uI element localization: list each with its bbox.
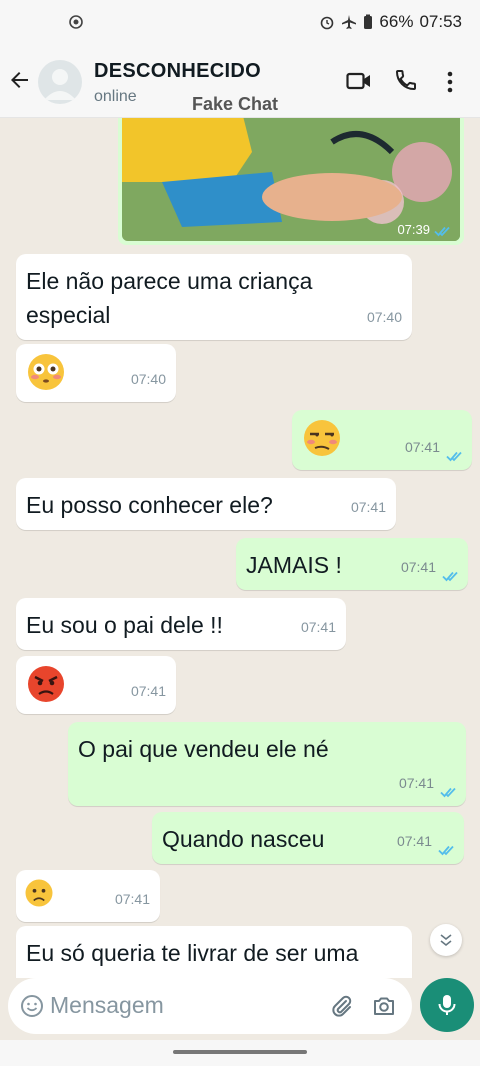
unamused-face-emoji-icon — [304, 420, 340, 456]
incoming-message[interactable]: 07:41 — [16, 870, 160, 922]
status-bar: 66% 07:53 — [0, 0, 480, 48]
read-ticks-icon — [446, 451, 462, 462]
microphone-icon — [438, 995, 456, 1015]
message-text: Eu só queria te livrar de ser uma — [26, 940, 359, 966]
message-time: 07:41 — [114, 891, 150, 907]
message-time: 07:41 — [130, 683, 166, 699]
voice-message-button[interactable] — [420, 978, 474, 1032]
incoming-message[interactable]: Ele não parece uma criança especial 07:4… — [16, 254, 412, 340]
message-text: Eu sou o pai dele !! — [26, 612, 223, 638]
video-call-icon[interactable] — [346, 70, 372, 92]
emoji-icon[interactable] — [20, 994, 44, 1018]
message-list[interactable]: 07:39 Ele não parece uma criança especia… — [0, 118, 480, 978]
flushed-face-emoji-icon — [28, 354, 64, 390]
battery-percent: 66% — [379, 12, 414, 31]
default-avatar-icon — [44, 69, 76, 100]
contact-status: online — [94, 88, 137, 105]
message-time: 07:41 — [398, 775, 434, 791]
frowning-face-emoji-icon — [25, 879, 53, 907]
message-input[interactable]: Mensagem — [50, 992, 164, 1019]
message-time: 07:40 — [366, 309, 402, 325]
message-time: 07:40 — [130, 371, 166, 387]
message-time: 07:41 — [396, 833, 432, 849]
battery-icon — [364, 14, 373, 29]
image-preview[interactable]: 07:39 — [122, 118, 460, 241]
system-navigation-bar — [0, 1040, 480, 1066]
read-ticks-icon — [442, 571, 458, 582]
incoming-message[interactable]: Eu só queria te livrar de ser uma — [16, 926, 412, 978]
more-options-icon[interactable] — [446, 70, 454, 94]
alarm-icon — [321, 16, 334, 30]
read-ticks-icon — [440, 787, 456, 798]
outgoing-message[interactable]: O pai que vendeu ele né 07:41 — [68, 722, 466, 806]
message-text: O pai que vendeu ele né — [78, 736, 329, 762]
message-text-line-2: especial — [26, 302, 111, 328]
outgoing-message[interactable]: JAMAIS ! 07:41 — [236, 538, 468, 590]
scroll-to-bottom-button[interactable] — [430, 924, 462, 956]
image-time: 07:39 — [397, 222, 430, 237]
incoming-message[interactable]: 07:40 — [16, 344, 176, 402]
status-right: 66% 07:53 — [319, 12, 462, 32]
message-time: 07:41 — [350, 499, 386, 515]
image-message[interactable]: 07:39 — [118, 118, 464, 245]
avatar[interactable] — [38, 60, 82, 104]
message-text-line-1: Ele não parece uma criança — [26, 268, 313, 294]
contact-name[interactable]: DESCONHECIDO — [94, 60, 261, 83]
incoming-message[interactable]: Eu sou o pai dele !! 07:41 — [16, 598, 346, 650]
home-indicator[interactable] — [173, 1050, 307, 1054]
chat-header: DESCONHECIDO online Fake Chat — [0, 48, 480, 118]
airplane-icon — [342, 15, 357, 29]
message-composer[interactable]: Mensagem — [8, 978, 412, 1034]
app-watermark: Fake Chat — [192, 94, 279, 114]
back-arrow-icon[interactable] — [8, 68, 32, 92]
phone-icon[interactable] — [394, 68, 418, 92]
message-text: Eu posso conhecer ele? — [26, 492, 273, 518]
read-ticks-icon — [438, 845, 454, 856]
incoming-message[interactable]: 07:41 — [16, 656, 176, 714]
angry-face-emoji-icon — [28, 666, 64, 702]
outgoing-message[interactable]: Quando nasceu 07:41 — [152, 812, 464, 864]
read-ticks-icon — [434, 226, 450, 237]
message-time: 07:41 — [400, 559, 436, 575]
incoming-message[interactable]: Eu posso conhecer ele? 07:41 — [16, 478, 396, 530]
message-time: 07:41 — [300, 619, 336, 635]
camera-icon[interactable] — [372, 994, 396, 1018]
location-dot-icon — [69, 15, 83, 29]
outgoing-message[interactable]: 07:41 — [292, 410, 472, 470]
message-time: 07:41 — [404, 439, 440, 455]
clock: 07:53 — [419, 12, 462, 31]
double-chevron-down-icon — [440, 934, 452, 947]
attachment-clip-icon[interactable] — [330, 994, 354, 1018]
